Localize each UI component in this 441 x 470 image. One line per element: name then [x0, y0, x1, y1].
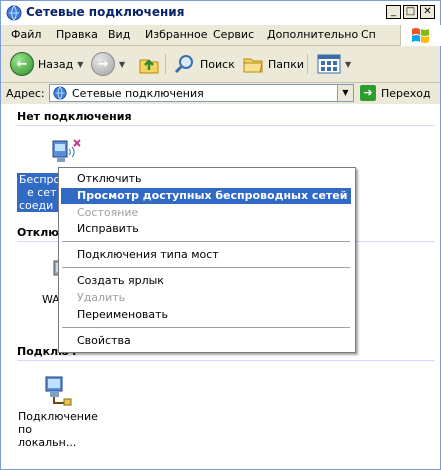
menu-tools[interactable]: Сервис [213, 28, 254, 41]
title-bar[interactable]: Сетевые подключения _ □ ✕ [1, 1, 440, 25]
address-dropdown-button[interactable]: ▼ [337, 85, 353, 101]
context-menu: Отключить Просмотр доступных беспроводны… [58, 167, 356, 353]
menu-file[interactable]: Файл [11, 28, 41, 41]
back-arrow-icon: ← [10, 52, 34, 76]
group-header-no-connection: Нет подключения [17, 110, 132, 123]
menu-advanced[interactable]: Дополнительно [267, 28, 358, 41]
folders-label: Папки [268, 57, 304, 71]
minimize-button[interactable]: _ [386, 5, 401, 19]
network-folder-icon [6, 5, 22, 21]
maximize-button[interactable]: □ [403, 5, 418, 19]
toolbar-separator [165, 54, 166, 74]
up-folder-icon [139, 59, 159, 74]
menu-edit[interactable]: Правка [56, 28, 98, 41]
menu-item-delete: Удалить [77, 291, 126, 304]
group-divider [17, 125, 435, 126]
lan-connection-item[interactable]: Подключение по локальн... [13, 373, 98, 449]
chevron-down-icon: ▼ [77, 59, 84, 69]
go-arrow-icon: ➜ [360, 85, 376, 101]
menu-item-bridge-connections[interactable]: Подключения типа мост [61, 247, 351, 263]
go-button[interactable]: ➜ Переход [360, 84, 431, 102]
menu-item-repair[interactable]: Исправить [61, 221, 351, 237]
chevron-down-icon: ▼ [345, 59, 352, 69]
explorer-window: Сетевые подключения _ □ ✕ Файл Правка Ви… [0, 0, 441, 470]
views-button[interactable]: ▼ [317, 52, 351, 76]
lan-label-line: по локальн... [18, 423, 77, 449]
wireless-label-line: соеди [19, 199, 54, 212]
forward-button[interactable]: → ▼ [91, 52, 125, 76]
wireless-label-line: е сет [27, 186, 57, 199]
address-label: Адрес: [6, 87, 45, 100]
close-button[interactable]: ✕ [420, 5, 435, 19]
group-divider [17, 360, 435, 361]
windows-logo-icon [400, 25, 441, 46]
toolbar-separator [307, 54, 308, 74]
chevron-down-icon: ▼ [119, 59, 126, 69]
search-icon [174, 55, 193, 74]
menu-separator [62, 267, 350, 268]
menu-favorites[interactable]: Избранное [145, 28, 207, 41]
wireless-connection-label: Беспро е сет соеди [17, 173, 61, 212]
lan-label-line: Подключение [18, 410, 98, 423]
forward-arrow-icon: → [91, 52, 115, 76]
menu-item-disconnect[interactable]: Отключить [61, 171, 351, 187]
menu-item-create-shortcut[interactable]: Создать ярлык [61, 273, 351, 289]
lan-connection-label: Подключение по локальн... [13, 410, 98, 449]
address-value: Сетевые подключения [72, 87, 204, 100]
menu-item-properties[interactable]: Свойства [61, 333, 351, 349]
wireless-network-icon [52, 139, 81, 162]
search-button[interactable]: Поиск [174, 52, 235, 76]
group-header-disabled: Отклю [17, 226, 59, 239]
menu-separator [62, 327, 350, 328]
network-folder-icon [53, 86, 67, 100]
lan-network-icon [45, 376, 72, 406]
address-input[interactable]: Сетевые подключения ▼ [49, 84, 354, 102]
menu-item-status: Состояние [77, 206, 139, 219]
toolbar: ← Назад ▼ → ▼ Поиск Папки ▼ [1, 46, 440, 83]
menu-bar: Файл Правка Вид Избранное Сервис Дополни… [1, 25, 440, 46]
menu-item-view-wireless-networks[interactable]: Просмотр доступных беспроводных сетей [61, 188, 351, 204]
menu-view[interactable]: Вид [108, 28, 130, 41]
back-label: Назад [38, 57, 74, 71]
back-button[interactable]: ← Назад ▼ [10, 52, 83, 76]
go-label: Переход [381, 86, 431, 100]
menu-separator [62, 241, 350, 242]
folders-icon [243, 58, 263, 73]
search-label: Поиск [200, 57, 235, 71]
window-title: Сетевые подключения [26, 5, 185, 19]
wireless-label-line: Беспро [19, 173, 61, 186]
up-folder-button[interactable] [138, 52, 160, 76]
folders-button[interactable]: Папки [242, 52, 304, 76]
view-grid-icon [317, 54, 341, 74]
menu-help[interactable]: Сп [361, 28, 376, 41]
menu-item-rename[interactable]: Переименовать [61, 307, 351, 323]
address-bar: Адрес: Сетевые подключения ▼ ➜ Переход [1, 83, 440, 104]
